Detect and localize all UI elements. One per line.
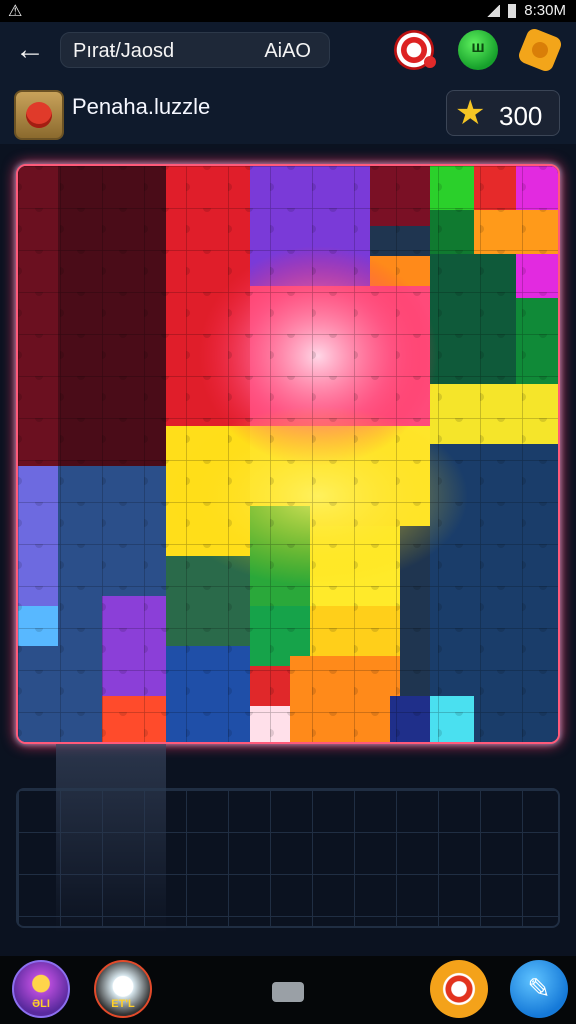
status-bar: ⚠ 8:30M — [0, 0, 576, 22]
top-bar: ← Pıraŧ/Jaosd AiAO ш — [0, 22, 576, 80]
character-label: ET'L — [111, 998, 135, 1010]
gear-icon[interactable] — [516, 26, 564, 74]
target-icon[interactable] — [394, 30, 436, 70]
piece-tray[interactable] — [16, 788, 560, 928]
bottom-bar: ƏLI ET'L ✎ — [0, 956, 576, 1024]
puzzle-board-canvas — [18, 166, 558, 742]
search-right-text: AiAO — [264, 40, 311, 62]
title-bar: Penaha.luzzle ★ 300 — [0, 80, 576, 144]
score-badge: ★ 300 — [446, 90, 560, 136]
game-avatar[interactable] — [14, 90, 64, 140]
record-icon[interactable] — [430, 960, 488, 1018]
clock: 8:30M — [524, 2, 566, 19]
search-field[interactable]: Pıraŧ/Jaosd AiAO — [60, 32, 330, 68]
signal-icon — [486, 4, 501, 17]
green-badge-icon[interactable]: ш — [458, 30, 498, 70]
gift-button[interactable]: ƏLI — [12, 960, 70, 1018]
gift-label: ƏLI — [32, 998, 50, 1010]
score-value: 300 — [499, 101, 543, 131]
battery-icon — [508, 3, 517, 18]
green-badge-label: ш — [471, 39, 485, 56]
back-arrow-icon[interactable]: ← — [12, 30, 48, 70]
search-text: Pıraŧ/Jaosd — [73, 40, 175, 62]
star-icon: ★ — [455, 94, 486, 132]
game-title: Penaha.luzzle — [72, 94, 211, 119]
home-indicator[interactable] — [272, 982, 304, 1002]
puzzle-board[interactable] — [16, 164, 560, 744]
wrench-icon[interactable]: ✎ — [510, 960, 568, 1018]
character-button[interactable]: ET'L — [94, 960, 152, 1018]
warning-icon: ⚠ — [8, 3, 23, 20]
